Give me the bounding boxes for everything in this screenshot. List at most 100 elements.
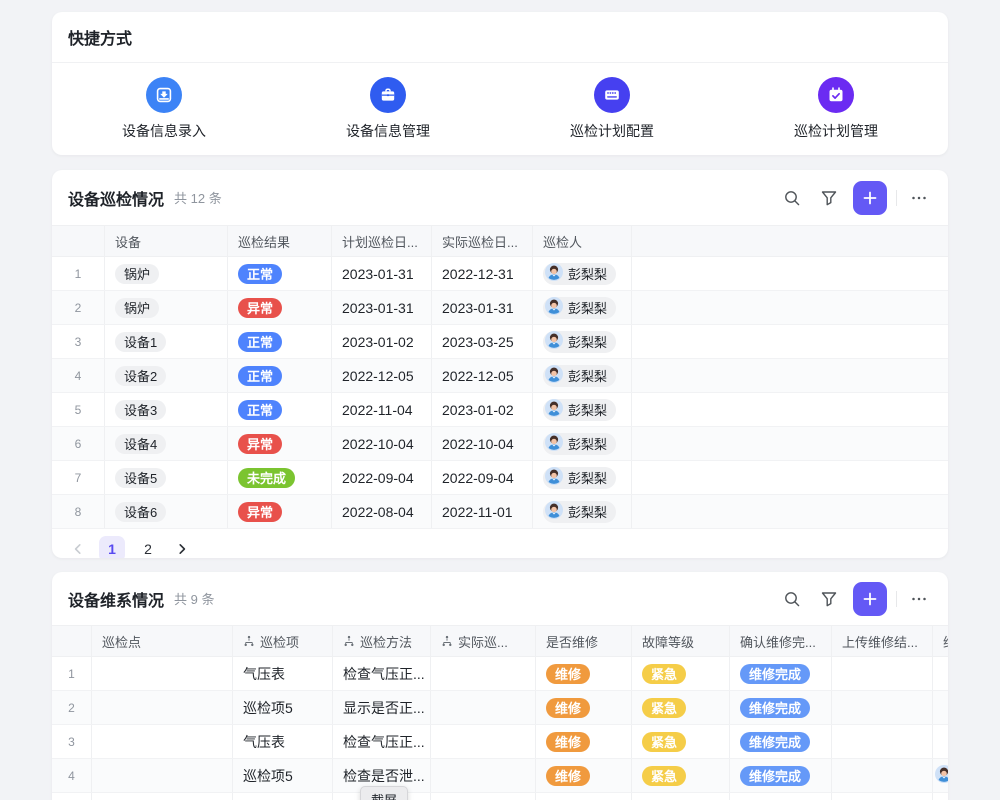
column-header[interactable]: 巡检项 bbox=[233, 626, 333, 656]
severity-badge[interactable]: 紧急 bbox=[642, 664, 686, 684]
severity-cell[interactable]: 紧急 bbox=[632, 691, 730, 724]
column-header[interactable]: 是否维修 bbox=[536, 626, 632, 656]
planned-date-cell[interactable]: 2022-08-04 bbox=[332, 495, 432, 528]
inspector-cell[interactable]: 彭梨梨 bbox=[533, 427, 632, 460]
inspector-chip[interactable]: 彭梨梨 bbox=[543, 501, 616, 523]
actual-date-cell[interactable]: 2022-12-05 bbox=[432, 359, 533, 392]
column-header[interactable]: 实际巡检日... bbox=[432, 226, 533, 256]
confirm-badge[interactable]: 维修完成 bbox=[740, 664, 810, 684]
planned-date-cell[interactable]: 2022-10-04 bbox=[332, 427, 432, 460]
result-cell[interactable]: 未完成 bbox=[228, 461, 332, 494]
confirm-cell[interactable]: 维修完成 bbox=[730, 759, 832, 792]
inspector-cell[interactable]: 彭梨梨 bbox=[533, 291, 632, 324]
upload-cell[interactable] bbox=[832, 759, 933, 792]
point-cell[interactable] bbox=[92, 725, 233, 758]
result-cell[interactable]: 异常 bbox=[228, 427, 332, 460]
inspector-chip[interactable]: 彭梨梨 bbox=[543, 297, 616, 319]
device-cell[interactable]: 设备5 bbox=[105, 461, 228, 494]
result-badge[interactable]: 异常 bbox=[238, 298, 282, 318]
severity-cell[interactable]: 重要 bbox=[632, 793, 730, 800]
method-cell[interactable]: 显示是否正... bbox=[333, 691, 431, 724]
severity-badge[interactable]: 紧急 bbox=[642, 732, 686, 752]
severity-badge[interactable]: 紧急 bbox=[642, 698, 686, 718]
shortcut-item-3[interactable]: 巡检计划配置 bbox=[500, 77, 724, 141]
planned-date-cell[interactable]: 2023-01-31 bbox=[332, 257, 432, 290]
inspector-cell[interactable]: 彭梨梨 bbox=[533, 495, 632, 528]
result-badge[interactable]: 正常 bbox=[238, 264, 282, 284]
item-cell[interactable]: 气压表 bbox=[233, 657, 333, 690]
severity-badge[interactable]: 紧急 bbox=[642, 766, 686, 786]
upload-cell[interactable] bbox=[832, 691, 933, 724]
column-header[interactable]: 巡检人 bbox=[533, 226, 632, 256]
confirm-cell[interactable]: 维修完成 bbox=[730, 691, 832, 724]
inspector-chip[interactable]: 彭梨梨 bbox=[543, 399, 616, 421]
inspector-cell[interactable]: 彭梨梨 bbox=[533, 257, 632, 290]
device-cell[interactable]: 锅炉 bbox=[105, 291, 228, 324]
actual-date-cell[interactable]: 2022-09-04 bbox=[432, 461, 533, 494]
column-header[interactable]: 计划巡检日... bbox=[332, 226, 432, 256]
repair-badge[interactable]: 维修 bbox=[546, 698, 590, 718]
item-cell[interactable]: 巡检项5 bbox=[233, 793, 333, 800]
severity-cell[interactable]: 紧急 bbox=[632, 759, 730, 792]
page-button-2[interactable]: 2 bbox=[135, 536, 161, 558]
device-cell[interactable]: 设备1 bbox=[105, 325, 228, 358]
more-icon[interactable] bbox=[904, 584, 934, 614]
inspector-chip[interactable]: 彭梨梨 bbox=[543, 331, 616, 353]
planned-date-cell[interactable]: 2022-12-05 bbox=[332, 359, 432, 392]
result-cell[interactable]: 异常 bbox=[228, 291, 332, 324]
result-badge[interactable]: 异常 bbox=[238, 434, 282, 454]
actual-date-cell[interactable]: 2022-10-04 bbox=[432, 427, 533, 460]
add-record-button[interactable] bbox=[853, 181, 887, 215]
search-icon[interactable] bbox=[777, 584, 807, 614]
inspector-chip[interactable]: 彭梨梨 bbox=[543, 433, 616, 455]
actual-cell[interactable] bbox=[431, 691, 536, 724]
inspector-cell[interactable]: 彭梨梨 bbox=[533, 325, 632, 358]
filter-icon[interactable] bbox=[814, 584, 844, 614]
more-icon[interactable] bbox=[904, 183, 934, 213]
device-cell[interactable]: 设备2 bbox=[105, 359, 228, 392]
confirm-cell[interactable]: 维修完成 bbox=[730, 657, 832, 690]
repair-cell[interactable]: 维修 bbox=[536, 793, 632, 800]
shortcut-item-2[interactable]: 设备信息管理 bbox=[276, 77, 500, 141]
device-cell[interactable]: 锅炉 bbox=[105, 257, 228, 290]
inspector-chip[interactable]: 彭梨梨 bbox=[543, 263, 616, 285]
inspector-cell[interactable]: 彭梨梨 bbox=[533, 393, 632, 426]
upload-cell[interactable] bbox=[832, 793, 933, 800]
severity-cell[interactable]: 紧急 bbox=[632, 657, 730, 690]
prev-page-icon[interactable] bbox=[67, 538, 89, 558]
confirm-cell[interactable]: 维修完成 bbox=[730, 725, 832, 758]
repair-cell[interactable]: 维修 bbox=[536, 759, 632, 792]
actual-date-cell[interactable]: 2023-01-31 bbox=[432, 291, 533, 324]
device-cell[interactable]: 设备3 bbox=[105, 393, 228, 426]
repair-badge[interactable]: 维修 bbox=[546, 766, 590, 786]
column-header[interactable]: 上传维修结... bbox=[832, 626, 933, 656]
maintainer-cell[interactable] bbox=[933, 793, 948, 800]
next-page-icon[interactable] bbox=[171, 538, 193, 558]
actual-cell[interactable] bbox=[431, 725, 536, 758]
actual-date-cell[interactable]: 2022-11-01 bbox=[432, 495, 533, 528]
column-header[interactable]: 确认维修完... bbox=[730, 626, 832, 656]
result-cell[interactable]: 正常 bbox=[228, 359, 332, 392]
repair-badge[interactable]: 维修 bbox=[546, 664, 590, 684]
repair-cell[interactable]: 维修 bbox=[536, 657, 632, 690]
result-cell[interactable]: 正常 bbox=[228, 325, 332, 358]
upload-cell[interactable] bbox=[832, 657, 933, 690]
column-header[interactable]: 巡检结果 bbox=[228, 226, 332, 256]
column-header[interactable]: 故障等级 bbox=[632, 626, 730, 656]
device-cell[interactable]: 设备4 bbox=[105, 427, 228, 460]
column-header[interactable]: 实际巡... bbox=[431, 626, 536, 656]
actual-date-cell[interactable]: 2023-01-02 bbox=[432, 393, 533, 426]
result-badge[interactable]: 正常 bbox=[238, 332, 282, 352]
result-cell[interactable]: 正常 bbox=[228, 257, 332, 290]
column-header[interactable]: 巡检点 bbox=[92, 626, 233, 656]
planned-date-cell[interactable]: 2022-09-04 bbox=[332, 461, 432, 494]
result-badge[interactable]: 未完成 bbox=[238, 468, 295, 488]
inspector-chip[interactable]: 彭梨梨 bbox=[543, 467, 616, 489]
point-cell[interactable] bbox=[92, 691, 233, 724]
point-cell[interactable] bbox=[92, 657, 233, 690]
add-record-button[interactable] bbox=[853, 582, 887, 616]
maintainer-cell[interactable] bbox=[933, 657, 948, 690]
result-cell[interactable]: 正常 bbox=[228, 393, 332, 426]
planned-date-cell[interactable]: 2023-01-31 bbox=[332, 291, 432, 324]
actual-cell[interactable] bbox=[431, 657, 536, 690]
